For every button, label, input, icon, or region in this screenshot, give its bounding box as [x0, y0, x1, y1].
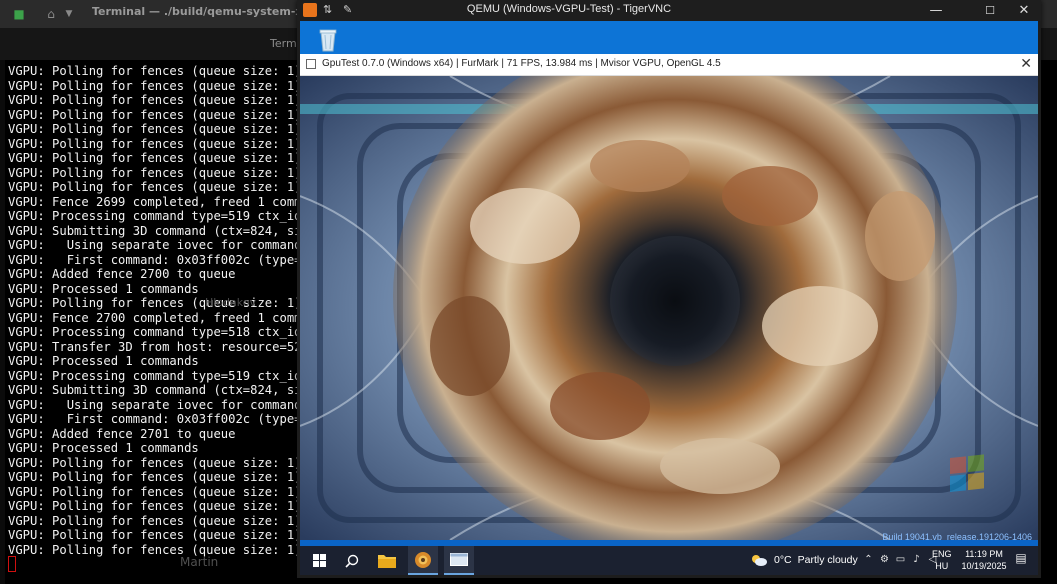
terminal-line: VGPU: First command: 0x03ff002c (type=	[8, 252, 302, 267]
terminal-line: VGPU: Polling for fences (queue size: 1)	[8, 136, 302, 151]
terminal-line: VGPU: Added fence 2700 to queue	[8, 267, 236, 281]
minimize-button[interactable]: —	[919, 0, 953, 21]
terminal-line: VGPU: Polling for fences (queue size: 1)	[8, 180, 302, 194]
terminal-line: VGPU: Submitting 3D command (ctx=824, si	[8, 223, 302, 238]
terminal-line: VGPU: Polling for fences (queue size: 1)	[8, 455, 302, 470]
terminal-line: VGPU: Added fence 2701 to queue	[8, 426, 236, 441]
terminal-line: VGPU: Fence 2699 completed, freed 1 comm	[8, 194, 302, 209]
window-icon	[450, 553, 468, 566]
vnc-window[interactable]: ⇅ ✎ QEMU (Windows-VGPU-Test) - TigerVNC …	[297, 0, 1041, 578]
settings-tray-icon[interactable]: ⚙	[879, 553, 890, 567]
terminal-line: VGPU: Polling for fences (queue size: 1)	[8, 528, 302, 542]
terminal-line: VGPU: Polling for fences (queue size: 1)	[8, 513, 302, 528]
chevron-up-icon[interactable]: ⌃	[863, 553, 874, 567]
terminal-line: VGPU: Submitting 3D command (ctx=824, si	[8, 383, 302, 397]
terminal-line: VGPU: Polling for fences (queue size: 1)	[8, 165, 302, 180]
terminal-line: VGPU: Polling for fences (queue size: 1)	[8, 78, 302, 93]
terminal-line: VGPU: Processed 1 commands	[8, 281, 199, 296]
build-watermark: Build 19041.vb_release.191206-1406	[882, 532, 1032, 540]
terminal-line: VGPU: Processing command type=518 ctx_id	[8, 325, 302, 339]
furmark-scene	[300, 76, 1038, 540]
partly-cloudy-icon	[752, 555, 767, 566]
terminal-line: VGPU: Polling for fences (queue size: 1)	[8, 107, 302, 122]
terminal-line: VGPU: Fence 2700 completed, freed 1 comm	[8, 310, 302, 325]
terminal-line: VGPU: First command: 0x03ff002c (type=	[8, 412, 302, 426]
terminal-line: VGPU: Using separate iovec for command	[8, 238, 302, 252]
weather-temperature: 0°C	[774, 554, 792, 566]
notification-icon[interactable]: ▤	[1013, 551, 1029, 569]
gputest-window[interactable]: GpuTest 0.7.0 (Windows x64) | FurMark | …	[300, 54, 1038, 540]
terminal-ghost-text: Hlodakov	[205, 296, 256, 309]
windows-desktop[interactable]: GpuTest 0.7.0 (Windows x64) | FurMark | …	[300, 21, 1038, 575]
clock-time: 11:19 PM	[965, 549, 1003, 559]
maximize-button[interactable]: ☐	[973, 0, 1007, 21]
taskbar: 0°C Partly cloudy ⌃ ⚙ ▭ ♪ ◁ ENG HU 11:19…	[300, 546, 1038, 575]
gputest-title: GpuTest 0.7.0 (Windows x64) | FurMark | …	[322, 58, 721, 69]
terminal-line: VGPU: Polling for fences (queue size: 1)	[8, 484, 302, 499]
profile-icon[interactable]: ⌂	[44, 7, 58, 21]
weather-description: Partly cloudy	[797, 554, 858, 566]
file-explorer-button[interactable]	[372, 546, 402, 575]
furmark-render-view[interactable]: Build 19041.vb_release.191206-1406	[300, 76, 1038, 540]
furmark-icon	[415, 551, 431, 568]
terminal-line: VGPU: Polling for fences (queue size: 1)	[8, 470, 302, 484]
gputest-close-button[interactable]: ✕	[1020, 55, 1032, 74]
terminal-line: VGPU: Processing command type=519 ctx_id	[8, 209, 302, 223]
terminal-line: VGPU: Transfer 3D from host: resource=52	[8, 339, 302, 354]
folder-icon	[378, 555, 396, 568]
terminal-line: VGPU: Polling for fences (queue size: 1)	[8, 499, 302, 513]
terminal-line: VGPU: Polling for fences (queue size: 1)	[8, 542, 302, 557]
vnc-titlebar[interactable]: ⇅ ✎ QEMU (Windows-VGPU-Test) - TigerVNC …	[297, 0, 1041, 21]
gputest-taskbar-button[interactable]	[444, 546, 474, 575]
start-button[interactable]	[304, 546, 334, 575]
terminal-output: VGPU: Polling for fences (queue size: 1)…	[8, 64, 302, 557]
system-tray: ⌃ ⚙ ▭ ♪ ◁	[863, 553, 938, 567]
terminal-line: VGPU: Polling for fences (queue size: 1)	[8, 122, 302, 136]
terminal-line: VGPU: Using separate iovec for command	[8, 397, 302, 412]
clock-date: 10/19/2025	[961, 561, 1007, 571]
vnc-title: QEMU (Windows-VGPU-Test) - TigerVNC	[466, 3, 672, 15]
terminal-gutter	[0, 60, 5, 584]
chevron-down-icon[interactable]: ▼	[62, 7, 76, 21]
terminal-line: VGPU: Polling for fences (queue size: 1)	[8, 151, 302, 165]
language-code: ENG	[932, 549, 952, 559]
window-app-icon	[306, 59, 316, 69]
weather-widget[interactable]: 0°C Partly cloudy	[750, 553, 858, 567]
terminal-line: VGPU: Processing command type=519 ctx_id	[8, 368, 302, 383]
terminal-line: VGPU: Polling for fences (queue size: 1)	[8, 64, 302, 78]
terminal-line: VGPU: Processed 1 commands	[8, 354, 199, 368]
terminal-app-icon: ■	[13, 7, 25, 21]
recycle-bin-icon[interactable]	[314, 26, 342, 53]
volume-icon[interactable]: ♪	[911, 553, 922, 567]
keyboard-layout: HU	[935, 561, 949, 571]
close-button[interactable]: ✕	[1007, 0, 1041, 21]
gputest-titlebar[interactable]: GpuTest 0.7.0 (Windows x64) | FurMark | …	[300, 54, 1038, 76]
network-icon[interactable]: ▭	[895, 553, 906, 567]
language-indicator[interactable]: ENG HU	[932, 548, 952, 572]
clock[interactable]: 11:19 PM 10/19/2025	[957, 548, 1011, 572]
search-icon	[345, 554, 359, 568]
terminal-tab[interactable]: Term	[270, 37, 297, 50]
windows-start-icon	[312, 554, 326, 567]
terminal-line: VGPU: Processed 1 commands	[8, 441, 199, 455]
terminal-line: VGPU: Polling for fences (queue size: 1)	[8, 93, 302, 107]
terminal-cursor	[8, 556, 16, 572]
terminal-ghost-text: Martin	[180, 555, 219, 569]
search-button[interactable]	[337, 546, 367, 575]
furmark-taskbar-button[interactable]	[408, 546, 438, 575]
terminal-line: VGPU: Polling for fences (queue size: 1)	[8, 296, 302, 310]
